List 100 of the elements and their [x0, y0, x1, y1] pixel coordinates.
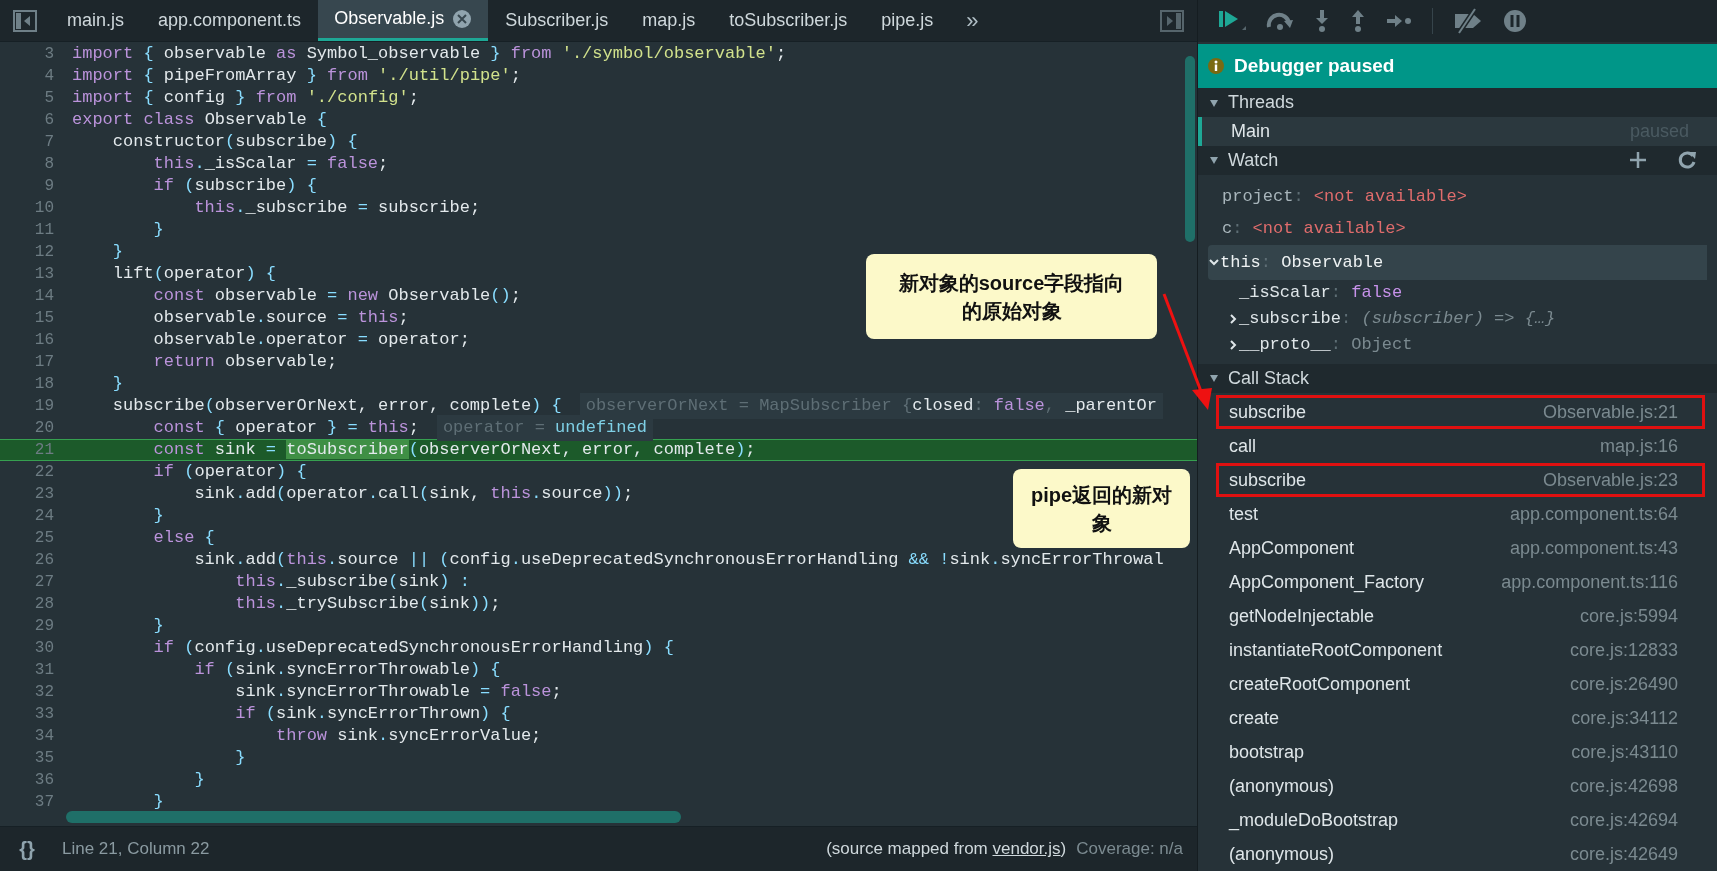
sidebar-toggle-icon[interactable] — [13, 10, 37, 32]
stack-frame[interactable]: bootstrap core.js:43110 — [1216, 735, 1705, 769]
line-number: 15 — [33, 308, 54, 329]
vendor-link[interactable]: vendor.js — [992, 839, 1061, 859]
line-number: 18 — [33, 374, 54, 395]
line-number: 5 — [43, 88, 54, 109]
code-line: constructor(subscribe) { — [111, 131, 358, 154]
banner-text: Debugger paused — [1234, 53, 1395, 78]
stack-frame[interactable]: call map.js:16 — [1216, 429, 1705, 463]
code-line: } — [111, 241, 123, 264]
code-line: } — [152, 791, 164, 814]
line-number: 7 — [43, 132, 54, 153]
step-over-icon[interactable] — [1266, 11, 1294, 31]
step-into-icon[interactable] — [1314, 9, 1330, 33]
file-tab[interactable]: app.component.ts — [141, 0, 319, 41]
stack-frame[interactable]: test app.component.ts:64 — [1216, 497, 1705, 531]
scrollbar-thumb[interactable] — [1185, 56, 1195, 242]
close-icon[interactable] — [452, 8, 473, 29]
stack-frame[interactable]: AppComponent_Factory app.component.ts:116 — [1216, 565, 1705, 599]
panel-toggle-icon[interactable] — [1160, 10, 1184, 32]
section-title: Call Stack — [1228, 366, 1310, 390]
pretty-print-button[interactable]: {} — [14, 834, 40, 864]
code-line: this._isScalar = false; — [152, 153, 389, 176]
watch-expression[interactable]: this: Observable — [1208, 244, 1707, 280]
section-header[interactable]: Watch — [1198, 145, 1717, 175]
line-number: 9 — [43, 176, 54, 197]
line-number: 23 — [33, 484, 54, 505]
code-line: } — [152, 615, 164, 638]
code-line: export class Observable { — [72, 109, 328, 132]
line-number: 29 — [33, 616, 54, 637]
file-tab[interactable]: map.js — [625, 0, 713, 41]
stack-frame[interactable]: subscribe Observable.js:23 — [1216, 463, 1705, 497]
file-tab[interactable]: pipe.js — [864, 0, 951, 41]
section-header[interactable]: Call Stack — [1198, 363, 1717, 393]
line-number: 10 — [33, 198, 54, 219]
watch-property[interactable]: __proto__: Object — [1198, 331, 1717, 358]
step-icon[interactable] — [1386, 13, 1412, 29]
info-icon — [1208, 58, 1224, 74]
code-line: } — [111, 373, 123, 396]
code-line: lift(operator) { — [111, 263, 277, 286]
line-number: 16 — [33, 330, 54, 351]
line-number: 26 — [33, 550, 54, 571]
code-line: const { operator } = this; — [152, 417, 419, 440]
code-line: else { — [152, 527, 215, 550]
line-number: 13 — [33, 264, 54, 285]
line-number: 11 — [33, 220, 54, 241]
code-line: if (sink.syncErrorThrowable) { — [193, 659, 501, 682]
watch-property[interactable]: _subscribe: (subscriber) => {…} — [1198, 305, 1717, 332]
chevron-right-icon[interactable] — [1227, 338, 1239, 351]
scrollbar-thumb[interactable] — [66, 811, 681, 823]
watch-expression[interactable]: project: <not available> — [1208, 180, 1717, 213]
refresh-icon[interactable] — [1677, 150, 1697, 171]
stack-frame[interactable]: AppComponent app.component.ts:43 — [1216, 531, 1705, 565]
source-map-note: (source mapped from vendor.js) — [826, 838, 1067, 861]
file-tab[interactable]: toSubscriber.js — [712, 0, 865, 41]
line-number: 25 — [33, 528, 54, 549]
watch-property[interactable]: _isScalar: false — [1198, 279, 1717, 306]
file-tab[interactable]: Observable.js — [318, 0, 489, 41]
code-line: const sink = toSubscriber(observerOrNext, error, complete); — [152, 439, 756, 462]
code-line: return observable; — [152, 351, 338, 374]
stack-frame[interactable]: getNodeInjectable core.js:5994 — [1216, 599, 1705, 633]
code-line: if (operator) { — [152, 461, 307, 484]
callout-note: 新对象的source字段指向的原始对象 — [866, 254, 1157, 339]
section-header[interactable]: Threads — [1198, 88, 1717, 118]
stack-frame[interactable]: subscribe Observable.js:21 — [1216, 395, 1705, 429]
step-out-icon[interactable] — [1350, 9, 1366, 33]
stack-frame[interactable]: _moduleDoBootstrap core.js:42694 — [1216, 803, 1705, 837]
pause-icon[interactable] — [1503, 9, 1527, 33]
stack-frame[interactable]: create core.js:34112 — [1216, 701, 1705, 735]
file-tab[interactable]: main.js — [50, 0, 141, 41]
section-title: Threads — [1228, 91, 1295, 115]
stack-frame[interactable]: instantiateRootComponent core.js:12833 — [1216, 633, 1705, 667]
code-line: if (config.useDeprecatedSynchronousErrorHandling) { — [152, 637, 674, 660]
more-tabs-button[interactable]: » — [950, 0, 995, 41]
watch-expression[interactable]: c: <not available> — [1208, 212, 1717, 245]
add-icon[interactable] — [1629, 151, 1647, 170]
deactivate-breakpoints-icon[interactable] — [1453, 8, 1483, 34]
line-number: 30 — [33, 638, 54, 659]
line-number: 27 — [33, 572, 54, 593]
line-number: 24 — [33, 506, 54, 527]
line-number: 28 — [33, 594, 54, 615]
code-line: this._subscribe(sink) : — [234, 571, 470, 594]
file-tab[interactable]: Subscriber.js — [488, 0, 626, 41]
stack-frame[interactable]: (anonymous) core.js:42698 — [1216, 769, 1705, 803]
line-number: 33 — [33, 704, 54, 725]
code-line: observable.operator = operator; — [152, 329, 470, 352]
code-line: sink.syncErrorThrowable = false; — [234, 681, 562, 704]
line-number: 21 — [33, 440, 54, 461]
chevron-right-icon[interactable] — [1227, 312, 1239, 325]
code-line: throw sink.syncErrorValue; — [275, 725, 542, 748]
stack-frame[interactable]: (anonymous) core.js:42649 — [1216, 837, 1705, 871]
line-number: 20 — [33, 418, 54, 439]
callout-note: pipe返回的新对象 — [1013, 469, 1190, 548]
line-number: 35 — [33, 748, 54, 769]
line-number: 37 — [33, 792, 54, 813]
code-line: } — [234, 747, 246, 770]
line-number: 34 — [33, 726, 54, 747]
code-line: import { pipeFromArray } from './util/pipe'; — [72, 65, 521, 88]
line-number: 4 — [43, 66, 54, 87]
stack-frame[interactable]: createRootComponent core.js:26490 — [1216, 667, 1705, 701]
